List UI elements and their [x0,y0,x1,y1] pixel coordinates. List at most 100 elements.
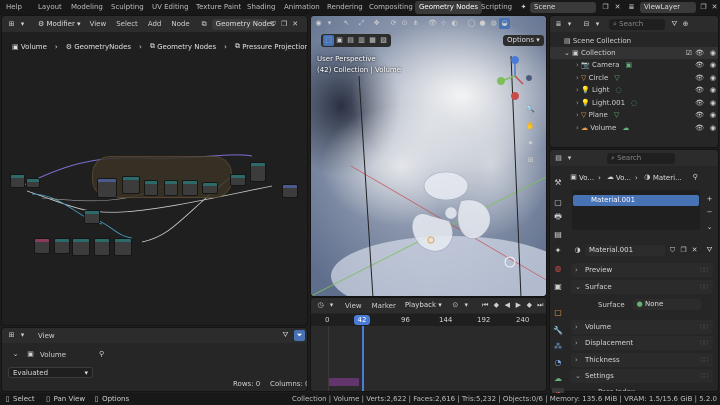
menu-select[interactable]: Select [116,20,138,28]
chevron-down-icon[interactable]: ▾ [564,19,575,30]
clock-icon[interactable]: ◷ [315,300,326,311]
new-collection-icon[interactable]: ⊕ [680,19,691,30]
eye-icon[interactable]: 👁 [695,59,704,71]
chevron-down-icon[interactable]: ▾ [326,300,337,311]
camera-icon[interactable]: ⏺ [525,138,536,149]
eye-icon[interactable]: 👁 [695,122,704,134]
node[interactable] [144,180,158,196]
eye-icon[interactable]: 👁 [695,97,704,109]
node-editor-type-icon[interactable]: ⊞ [6,19,17,30]
eye-icon[interactable]: 👁 [695,72,704,84]
surface-shader-field[interactable]: ● None [632,299,701,310]
select-extend-icon[interactable]: ▤ [345,35,356,46]
scene-collection-row[interactable]: ▤ Scene Collection [550,35,718,47]
chevron-down-icon[interactable]: ▾ [17,19,28,30]
node[interactable] [26,178,40,188]
node[interactable] [122,176,140,194]
close-icon[interactable]: ✕ [612,2,623,13]
outliner-item[interactable]: › 📷 Camera ▣ 👁 ◉ [550,59,718,71]
jump-end-icon[interactable]: ⏭ [535,300,546,311]
node[interactable] [250,162,266,182]
copy-icon[interactable]: ❐ [678,245,689,256]
tab-rendering[interactable]: Rendering [323,1,367,14]
scene-selector[interactable]: Scene [530,2,596,13]
tab-layout[interactable]: Layout [34,1,66,14]
node[interactable] [282,184,298,198]
section-displacement[interactable]: › Displacement ∷∷ [571,336,713,350]
wireframe-icon[interactable]: ◯ [466,18,477,29]
object-icon[interactable]: ▢ [552,306,564,318]
node[interactable] [54,238,70,254]
prev-keyframe-icon[interactable]: ◆ [491,300,502,311]
properties-search-input[interactable]: ⌕ Search [607,152,675,164]
view-icon[interactable]: ✥ [371,18,382,29]
select-box-icon[interactable]: ⬚ [323,35,334,46]
transform-icon[interactable]: ⤢ [356,18,367,29]
menu-marker[interactable]: Marker [372,302,396,310]
snap-icon[interactable]: ⊙ [399,18,410,29]
copy-icon[interactable]: ❐ [698,2,709,13]
node[interactable] [84,210,100,224]
tab-uv-editing[interactable]: UV Editing [148,1,193,14]
menu-view[interactable]: View [38,332,55,340]
data-icon[interactable]: ☁ [552,372,564,384]
menu-add[interactable]: Add [148,20,162,28]
camera-icon[interactable]: ◉ [710,47,716,59]
node[interactable] [164,180,178,196]
outliner-item[interactable]: › ▽ Circle ▽ 👁 ◉ [550,72,718,84]
node[interactable] [114,238,132,256]
drag-handle-icon[interactable]: ∷∷ [700,320,708,334]
evaluated-dropdown[interactable]: Evaluated ▾ [8,367,93,378]
add-icon[interactable]: + [704,194,715,205]
chevron-down-icon[interactable]: ▾ [592,19,603,30]
camera-icon[interactable]: ◉ [710,72,716,84]
magnet-icon[interactable]: ⋔ [410,18,421,29]
camera-icon[interactable]: ◉ [710,59,716,71]
scene-icon[interactable]: ✦ [518,2,529,13]
node-tree-icon[interactable]: ⧉ [199,19,210,30]
modifier-icon[interactable]: 🔧 [552,324,564,336]
menu-view[interactable]: View [345,302,362,310]
options-button[interactable]: Options ▾ [503,35,544,46]
filter-icon[interactable]: ⛛ [280,330,291,341]
material-name-field[interactable]: Material.001 [585,245,665,256]
world-icon[interactable]: ◍ [552,262,564,274]
select-subtract-icon[interactable]: ▥ [356,35,367,46]
current-frame-badge[interactable]: 42 [354,315,370,325]
tool-icon[interactable]: ⚒ [552,176,564,188]
breadcrumb-volume[interactable]: Volume [21,43,47,51]
tab-compositing[interactable]: Compositing [365,1,417,14]
outliner-type-icon[interactable]: ≣ [553,19,564,30]
section-settings[interactable]: ⌄ Settings ∷∷ [571,369,713,383]
section-preview[interactable]: › Preview ∷∷ [571,263,713,277]
material-slot-item[interactable]: Material.001 [573,195,699,206]
checkbox-icon[interactable]: ☑ [686,47,692,59]
record-icon[interactable]: ⊙ [450,300,461,311]
zoom-icon[interactable]: 🔍 [525,104,536,115]
tab-texture-paint[interactable]: Texture Paint [192,1,245,14]
node[interactable] [182,180,198,196]
next-keyframe-icon[interactable]: ◆ [524,300,535,311]
gizmo-icon[interactable]: ⊹ [438,18,449,29]
breadcrumb-pressure-projection[interactable]: Pressure Projection [242,43,307,51]
grid-icon[interactable]: ⊞ [525,155,536,166]
playback-menu[interactable]: Playback ▾ [400,300,446,311]
view-layer-selector[interactable]: ViewLayer [640,2,696,13]
node[interactable] [97,178,117,198]
eye-icon[interactable]: 👁 [427,18,438,29]
drag-handle-icon[interactable]: ∷∷ [700,369,708,383]
breadcrumb-geometry-nodes[interactable]: Geometry Nodes [157,43,216,51]
play-icon[interactable]: ▶ [513,300,524,311]
tab-sculpting[interactable]: Sculpting [107,1,148,14]
jump-start-icon[interactable]: ⏮ [480,300,491,311]
solid-icon[interactable]: ● [477,18,488,29]
display-mode-icon[interactable]: ⊟ [581,19,592,30]
menu-node[interactable]: Node [171,20,189,28]
playhead-line[interactable] [362,326,364,391]
node-editor[interactable]: ⊞ ▾ ⚙ Modifier ▾ View Select Add Node ⧉ … [1,15,308,326]
node[interactable] [34,238,50,254]
spreadsheet-object-row[interactable]: ⌄ ▣ Volume ⚲ [10,349,107,360]
physics-icon[interactable]: ◔ [552,356,564,368]
tab-geometry-nodes[interactable]: Geometry Nodes [415,1,483,14]
select-invert-icon[interactable]: ▦ [367,35,378,46]
